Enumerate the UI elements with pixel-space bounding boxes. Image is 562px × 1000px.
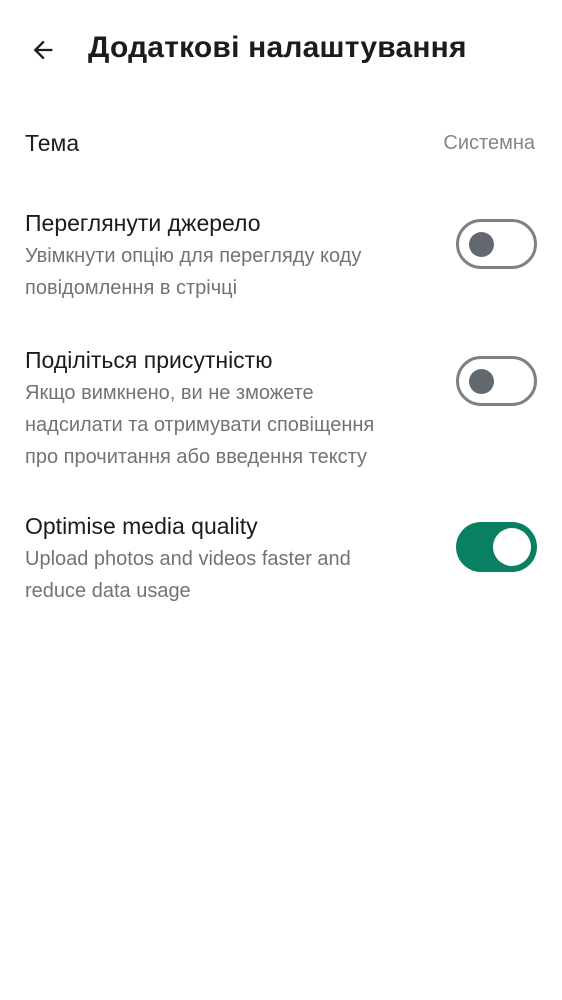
share-presence-toggle[interactable] xyxy=(456,356,537,406)
arrow-left-icon xyxy=(33,40,53,60)
setting-media-quality[interactable]: Optimise media quality Upload photos and… xyxy=(0,503,562,613)
setting-view-source-subtitle-line: Увімкнути опцію для перегляду коду xyxy=(25,245,362,267)
setting-view-source-subtitle: Увімкнути опцію для перегляду коду повід… xyxy=(25,240,435,304)
setting-view-source-title: Переглянути джерело xyxy=(25,210,261,236)
view-source-toggle[interactable] xyxy=(456,219,537,269)
setting-share-presence-title: Поділіться присутністю xyxy=(25,347,273,373)
setting-share-presence-subtitle-line: Якщо вимкнено, ви не зможете xyxy=(25,382,314,404)
toggle-knob xyxy=(493,528,531,566)
top-app-bar: Додаткові налаштування xyxy=(0,0,562,100)
toggle-knob xyxy=(469,368,494,394)
setting-theme-value: Системна xyxy=(443,132,535,154)
setting-theme-title: Тема xyxy=(25,130,80,156)
setting-share-presence-subtitle-line: надсилати та отримувати сповіщення xyxy=(25,414,375,436)
back-button[interactable] xyxy=(20,27,66,73)
media-quality-toggle[interactable] xyxy=(456,522,537,572)
setting-media-quality-title: Optimise media quality xyxy=(25,513,258,539)
setting-media-quality-subtitle-line: Upload photos and videos faster and xyxy=(25,548,351,570)
page-title: Додаткові налаштування xyxy=(88,31,467,64)
toggle-knob xyxy=(469,231,494,257)
setting-media-quality-subtitle: Upload photos and videos faster and redu… xyxy=(25,543,435,607)
setting-share-presence-subtitle: Якщо вимкнено, ви не зможете надсилати т… xyxy=(25,377,435,473)
setting-theme[interactable]: Тема Системна xyxy=(0,115,562,175)
setting-view-source[interactable]: Переглянути джерело Увімкнути опцію для … xyxy=(0,200,562,310)
setting-media-quality-subtitle-line: reduce data usage xyxy=(25,580,191,602)
setting-share-presence[interactable]: Поділіться присутністю Якщо вимкнено, ви… xyxy=(0,337,562,477)
setting-share-presence-subtitle-line: про прочитання або введення тексту xyxy=(25,446,368,468)
setting-view-source-subtitle-line: повідомлення в стрічці xyxy=(25,277,238,299)
